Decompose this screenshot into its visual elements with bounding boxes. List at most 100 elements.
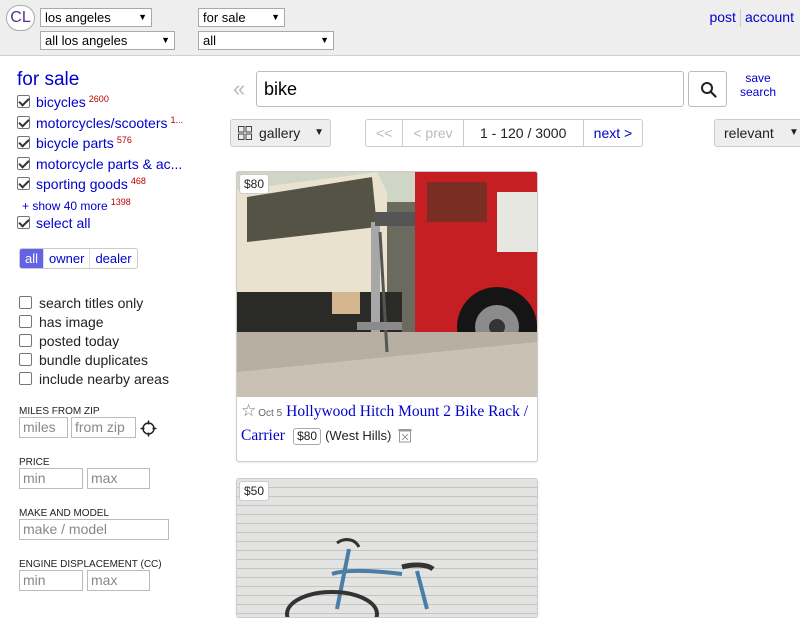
city-select[interactable]: los angeles ▼ [40, 8, 152, 27]
save-search-link[interactable]: save search [740, 71, 776, 99]
make-model-input[interactable]: make / model [19, 519, 169, 540]
account-links: post account [709, 9, 794, 28]
area-select-value: all los angeles [45, 33, 128, 48]
category-label[interactable]: motorcycles/scooters [36, 115, 167, 131]
pagination: << < prev 1 - 120 / 3000 next > [365, 119, 644, 147]
chevron-down-icon: ▼ [271, 12, 280, 22]
miles-input[interactable]: miles [19, 417, 68, 438]
category-item[interactable]: sporting goods 468 [17, 176, 215, 197]
engine-min-input[interactable]: min [19, 570, 83, 591]
tab-dealer[interactable]: dealer [89, 249, 136, 268]
listing-card[interactable]: $80 ☆ Oct 5 Hollywood Hitch Mount 2 Bike R… [236, 171, 538, 462]
select-all-label[interactable]: select all [36, 215, 90, 231]
caret-down-icon: ▼ [314, 127, 324, 138]
header-bar: CL los angeles ▼ all los angeles ▼ for s… [0, 0, 800, 56]
listing-card[interactable]: $50 [236, 478, 538, 618]
make-model-label: MAKE AND MODEL [19, 508, 110, 519]
category-item[interactable]: bicycle parts 576 [17, 135, 215, 156]
category-item[interactable]: bicycles 2600 [17, 94, 215, 115]
checkbox[interactable] [19, 334, 32, 347]
checkbox[interactable] [19, 372, 32, 385]
prev-page-button[interactable]: < prev [403, 120, 464, 146]
listing-info: ☆ Oct 5 Hollywood Hitch Mount 2 Bike Rack … [241, 400, 537, 447]
select-all-row[interactable]: select all [17, 215, 215, 236]
listing-photo[interactable] [237, 172, 537, 397]
show-more-row[interactable]: + show 40 more 1398 [17, 197, 215, 215]
search-options: search titles only has image posted toda… [19, 295, 169, 390]
subcategory-select[interactable]: all ▼ [198, 31, 334, 50]
option-posted-today[interactable]: posted today [19, 333, 169, 352]
option-search-titles[interactable]: search titles only [19, 295, 169, 314]
checkbox[interactable] [19, 296, 32, 309]
category-count: 468 [130, 176, 146, 186]
option-bundle-duplicates[interactable]: bundle duplicates [19, 352, 169, 371]
save-search-line2: search [740, 85, 777, 99]
listing-location: (West Hills) [325, 428, 392, 443]
option-label: bundle duplicates [39, 352, 148, 368]
category-label[interactable]: motorcycle parts & ac... [36, 156, 182, 172]
section-select[interactable]: for sale ▼ [198, 8, 285, 27]
price-min-input[interactable]: min [19, 468, 83, 489]
checkbox-checked[interactable] [17, 215, 30, 229]
category-label[interactable]: bicycle parts [36, 135, 114, 151]
chevron-down-icon: ▼ [138, 12, 147, 22]
tab-all[interactable]: all [20, 249, 44, 268]
show-more-count: 1398 [110, 196, 131, 207]
miles-label: MILES FROM ZIP [19, 406, 100, 417]
zip-input[interactable]: from zip [71, 417, 136, 438]
hide-icon[interactable] [398, 428, 412, 443]
collapse-sidebar-icon[interactable]: « [233, 76, 245, 102]
section-select-value: for sale [203, 10, 246, 25]
sort-select[interactable]: relevant ▼ [714, 119, 800, 147]
craigslist-logo[interactable]: CL [6, 5, 35, 31]
price-badge: $50 [239, 481, 270, 501]
engine-max-input[interactable]: max [87, 570, 150, 591]
option-label: has image [39, 314, 104, 330]
price-max-input[interactable]: max [87, 468, 150, 489]
category-label[interactable]: sporting goods [36, 176, 128, 192]
category-item[interactable]: motorcycles/scooters 1... [17, 115, 215, 136]
post-link[interactable]: post [709, 9, 735, 25]
option-nearby-areas[interactable]: include nearby areas [19, 371, 169, 390]
category-count: 1... [170, 114, 183, 125]
crosshair-icon[interactable] [140, 420, 157, 437]
search-button[interactable] [688, 71, 727, 107]
tab-owner[interactable]: owner [43, 249, 89, 268]
checkbox[interactable] [19, 353, 32, 366]
checkbox-checked[interactable] [17, 136, 30, 149]
next-page-button[interactable]: next > [584, 120, 643, 146]
engine-label: ENGINE DISPLACEMENT (CC) [19, 559, 162, 570]
category-label[interactable]: bicycles [36, 94, 86, 110]
category-count: 2600 [88, 94, 109, 104]
search-input[interactable]: bike [256, 71, 684, 107]
area-select[interactable]: all los angeles ▼ [40, 31, 175, 50]
subcategory-select-value: all [203, 33, 217, 48]
listing-photo[interactable] [237, 479, 537, 618]
chevron-down-icon: ▼ [320, 35, 329, 45]
option-label: search titles only [39, 295, 144, 311]
filter-sidebar: for sale bicycles 2600 motorcycles/scoote… [0, 57, 215, 600]
checkbox[interactable] [19, 315, 32, 328]
save-search-line1: save [745, 71, 771, 85]
inline-price: $80 [293, 428, 322, 445]
view-mode-button[interactable]: gallery ▼ [230, 119, 331, 147]
city-select-value: los angeles [45, 10, 111, 25]
category-title[interactable]: for sale [17, 69, 79, 91]
option-label: include nearby areas [39, 371, 169, 387]
seller-type-toggle: all owner dealer [19, 248, 138, 269]
checkbox-checked[interactable] [17, 115, 30, 129]
option-label: posted today [39, 333, 120, 349]
account-link[interactable]: account [745, 9, 794, 25]
checkbox-checked[interactable] [17, 177, 30, 190]
category-item[interactable]: motorcycle parts & ac... [17, 156, 215, 177]
checkbox-checked[interactable] [17, 95, 30, 108]
option-has-image[interactable]: has image [19, 314, 169, 333]
show-more-link[interactable]: + show 40 more [22, 199, 108, 213]
checkbox-checked[interactable] [17, 156, 30, 170]
first-page-button[interactable]: << [366, 120, 404, 146]
price-label: PRICE [19, 457, 50, 468]
star-icon[interactable]: ☆ [241, 401, 256, 420]
category-list: bicycles 2600 motorcycles/scooters 1... bi… [17, 94, 215, 235]
view-mode-label: gallery [259, 125, 301, 141]
sort-label: relevant [724, 125, 774, 141]
